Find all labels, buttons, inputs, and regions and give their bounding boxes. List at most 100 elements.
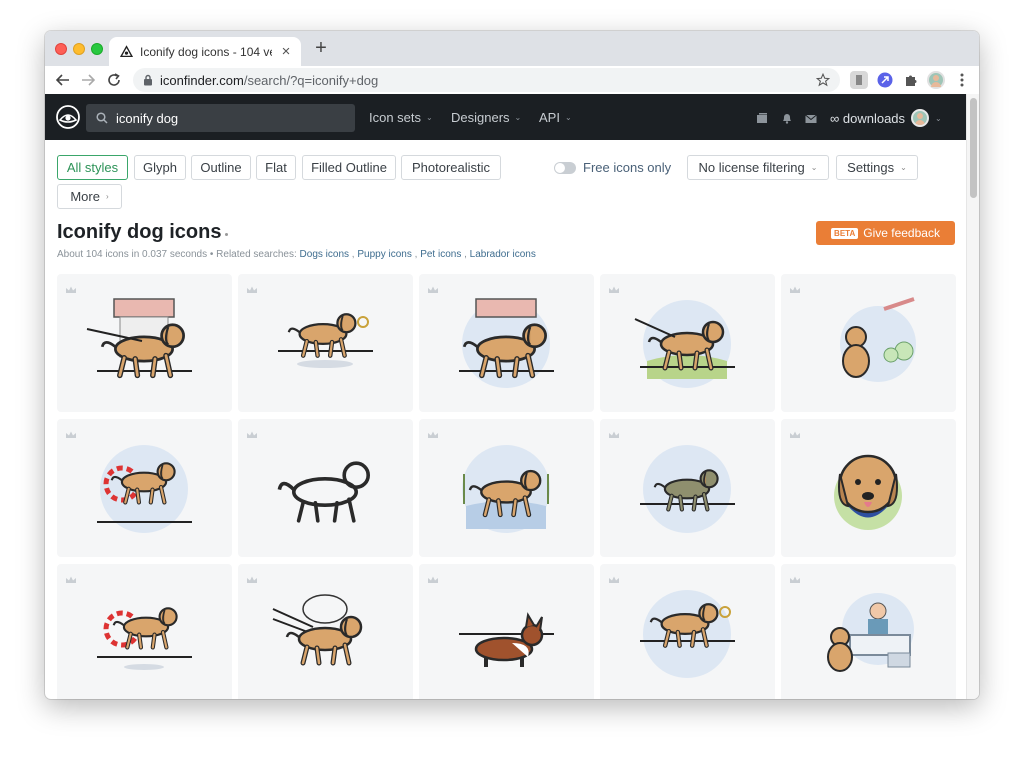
premium-crown-icon bbox=[608, 572, 620, 583]
toggle-switch[interactable] bbox=[554, 161, 576, 174]
user-avatar[interactable] bbox=[911, 109, 930, 127]
filter-filled-outline[interactable]: Filled Outline bbox=[302, 155, 396, 180]
settings-label: Settings bbox=[847, 160, 895, 175]
dog-walking-shop-circle-icon bbox=[444, 289, 569, 399]
premium-crown-icon bbox=[608, 427, 620, 438]
filter-all-styles[interactable]: All styles bbox=[57, 155, 128, 180]
free-icons-toggle[interactable]: Free icons only bbox=[554, 160, 671, 175]
icon-card[interactable] bbox=[57, 419, 232, 557]
collection-icon[interactable] bbox=[756, 111, 769, 123]
search-icon bbox=[96, 112, 108, 124]
related-search-link[interactable]: Dogs icons bbox=[300, 249, 349, 260]
dog-running-circle-icon bbox=[625, 434, 750, 544]
extension-arrow-icon[interactable] bbox=[876, 71, 894, 89]
new-tab-button[interactable]: + bbox=[311, 38, 331, 58]
filter-flat[interactable]: Flat bbox=[256, 155, 296, 180]
premium-crown-icon bbox=[789, 572, 801, 583]
free-icons-label: Free icons only bbox=[583, 160, 672, 175]
beta-badge: BETA bbox=[831, 227, 859, 239]
premium-crown-icon bbox=[427, 427, 439, 438]
tab-title: Iconify dog icons - 104 vector i bbox=[140, 44, 272, 59]
related-search-link[interactable]: Labrador icons bbox=[470, 249, 536, 260]
dog-face-portrait-icon bbox=[806, 434, 931, 544]
address-bar[interactable]: iconfinder.com/search/?q=iconify+dog bbox=[133, 68, 840, 92]
icon-card[interactable] bbox=[600, 419, 775, 557]
forward-arrow-icon[interactable] bbox=[78, 70, 98, 90]
icon-card[interactable] bbox=[600, 564, 775, 699]
filter-glyph[interactable]: Glyph bbox=[134, 155, 186, 180]
license-filter-dropdown[interactable]: No license filtering ⌄ bbox=[687, 155, 829, 180]
dog-sitting-hand-icon bbox=[806, 289, 931, 399]
icon-card[interactable] bbox=[781, 419, 956, 557]
icon-card[interactable] bbox=[419, 564, 594, 699]
icon-card[interactable] bbox=[57, 274, 232, 412]
icon-card[interactable] bbox=[238, 564, 413, 699]
results-meta: About 104 icons in 0.037 seconds • Relat… bbox=[57, 249, 536, 260]
feedback-label: Give feedback bbox=[863, 226, 940, 240]
tab-close-icon[interactable]: × bbox=[279, 43, 293, 60]
dog-hoop-jump-icon bbox=[82, 579, 207, 689]
browser-window: Iconify dog icons - 104 vector i × + ico… bbox=[45, 31, 979, 699]
premium-crown-icon bbox=[789, 282, 801, 293]
minimize-window-button[interactable] bbox=[73, 43, 85, 55]
dog-walking-park-icon bbox=[625, 289, 750, 399]
chevron-down-icon: ⌄ bbox=[514, 113, 522, 122]
chevron-down-icon: ⌄ bbox=[564, 113, 572, 122]
chevron-down-icon: ⌄ bbox=[900, 163, 907, 172]
icon-card[interactable] bbox=[238, 419, 413, 557]
scrollbar-thumb[interactable] bbox=[970, 98, 977, 198]
maximize-window-button[interactable] bbox=[91, 43, 103, 55]
corgi-icon bbox=[444, 579, 569, 689]
chevron-down-icon: ⌄ bbox=[935, 113, 942, 123]
iconfinder-logo-icon[interactable] bbox=[56, 105, 80, 129]
give-feedback-button[interactable]: BETA Give feedback bbox=[816, 221, 955, 245]
premium-crown-icon bbox=[246, 282, 258, 293]
search-input[interactable]: iconify dog bbox=[86, 104, 355, 132]
icon-card[interactable] bbox=[238, 274, 413, 412]
tab-strip: Iconify dog icons - 104 vector i × + bbox=[45, 31, 979, 66]
nav-api[interactable]: API ⌄ bbox=[539, 110, 572, 125]
bell-icon[interactable] bbox=[781, 111, 794, 124]
dog-walking-wind-icon bbox=[263, 579, 388, 689]
filter-more[interactable]: More › bbox=[57, 184, 122, 209]
icon-card[interactable] bbox=[57, 564, 232, 699]
filter-outline[interactable]: Outline bbox=[191, 155, 251, 180]
settings-dropdown[interactable]: Settings ⌄ bbox=[836, 155, 918, 180]
icon-card[interactable] bbox=[419, 274, 594, 412]
premium-crown-icon bbox=[246, 572, 258, 583]
icon-card[interactable] bbox=[781, 564, 956, 699]
dog-jumping-ball-icon bbox=[263, 289, 388, 399]
icon-card[interactable] bbox=[600, 274, 775, 412]
url-text: iconfinder.com/search/?q=iconify+dog bbox=[160, 72, 379, 88]
premium-crown-icon bbox=[608, 282, 620, 293]
nav-icon-sets[interactable]: Icon sets ⌄ bbox=[369, 110, 433, 125]
premium-crown-icon bbox=[789, 427, 801, 438]
reload-icon[interactable] bbox=[104, 70, 124, 90]
bookmark-star-icon[interactable] bbox=[816, 73, 830, 87]
downloads-menu[interactable]: ∞ downloads ⌄ bbox=[830, 109, 942, 127]
premium-crown-icon bbox=[427, 282, 439, 293]
filter-photorealistic[interactable]: Photorealistic bbox=[401, 155, 501, 180]
profile-avatar[interactable] bbox=[927, 71, 945, 89]
related-search-link[interactable]: Puppy icons bbox=[357, 249, 411, 260]
related-search-link[interactable]: Pet icons bbox=[420, 249, 461, 260]
close-window-button[interactable] bbox=[55, 43, 67, 55]
premium-crown-icon bbox=[65, 282, 77, 293]
premium-crown-icon bbox=[427, 572, 439, 583]
back-arrow-icon[interactable] bbox=[53, 70, 73, 90]
extension-icon[interactable] bbox=[850, 71, 868, 89]
mail-icon[interactable] bbox=[805, 111, 818, 123]
browser-tab[interactable]: Iconify dog icons - 104 vector i × bbox=[109, 37, 301, 66]
icon-card[interactable] bbox=[781, 274, 956, 412]
dog-drinking-water-icon bbox=[444, 434, 569, 544]
icon-card[interactable] bbox=[419, 419, 594, 557]
site-header: iconify dog Icon sets ⌄ Designers ⌄ API ⌄ ∞… bbox=[45, 94, 966, 140]
nav-designers[interactable]: Designers ⌄ bbox=[451, 110, 521, 125]
premium-crown-icon bbox=[65, 427, 77, 438]
browser-menu-icon[interactable] bbox=[953, 71, 971, 89]
extensions-puzzle-icon[interactable] bbox=[902, 71, 920, 89]
browser-toolbar: iconfinder.com/search/?q=iconify+dog bbox=[45, 66, 979, 94]
dog-walking-shop-icon bbox=[82, 289, 207, 399]
page-title: Iconify dog icons bbox=[57, 221, 222, 243]
page-scrollbar[interactable] bbox=[966, 94, 979, 699]
